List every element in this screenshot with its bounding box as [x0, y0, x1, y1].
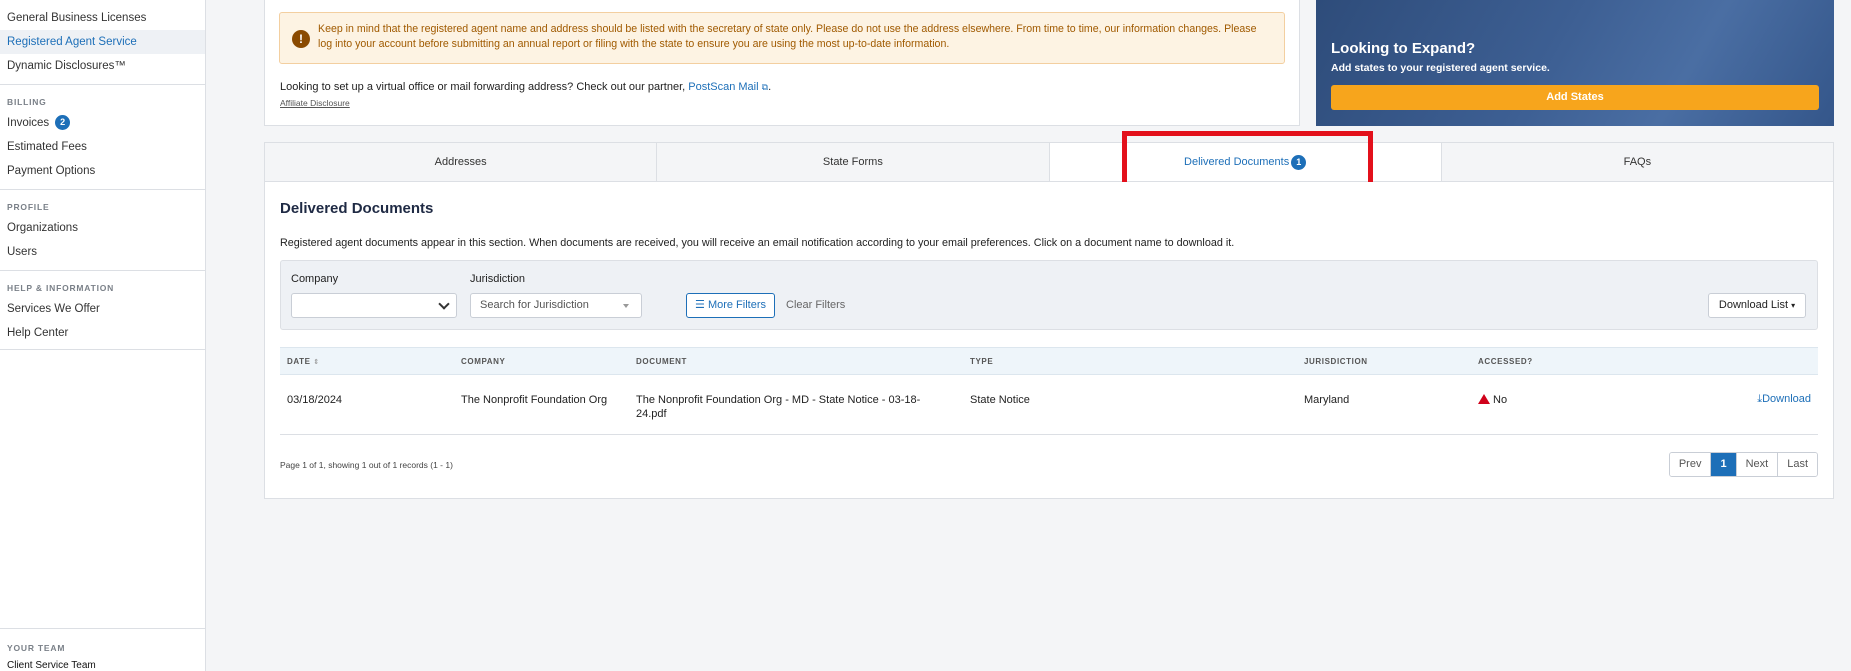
- filter-bar: Company Jurisdiction Search for Jurisdic…: [280, 260, 1818, 330]
- sliders-icon: ☰: [695, 299, 705, 311]
- last-page-button[interactable]: Last: [1778, 453, 1817, 476]
- sidebar-heading-profile: PROFILE: [7, 202, 50, 212]
- column-header-document: DOCUMENT: [636, 357, 688, 366]
- documents-table: DATE ⇕ COMPANY DOCUMENT TYPE JURISDICTIO…: [280, 347, 1818, 435]
- delivered-documents-count-badge: 1: [1291, 154, 1307, 170]
- cell-company: The Nonprofit Foundation Org: [461, 394, 608, 406]
- exclamation-icon: !: [292, 30, 310, 48]
- add-states-button[interactable]: Add States: [1331, 85, 1819, 110]
- tab-label: Delivered Documents: [1184, 156, 1290, 168]
- affiliate-disclosure-link[interactable]: Affiliate Disclosure: [280, 98, 350, 108]
- column-header-accessed: ACCESSED?: [1478, 357, 1533, 366]
- cell-accessed: No: [1478, 393, 1507, 407]
- sidebar-item-help-center[interactable]: Help Center: [0, 321, 205, 345]
- promo-title: Looking to Expand?: [1331, 40, 1476, 57]
- table-row: 03/18/2024 The Nonprofit Foundation Org …: [280, 375, 1818, 435]
- company-filter-label: Company: [291, 273, 339, 285]
- sidebar-item-general-business-licenses[interactable]: General Business Licenses: [0, 6, 205, 30]
- external-link-icon: ⧉: [761, 82, 769, 92]
- jurisdiction-filter-label: Jurisdiction: [470, 273, 526, 285]
- column-header-type: TYPE: [970, 357, 994, 366]
- jurisdiction-select[interactable]: Search for Jurisdiction: [470, 293, 642, 318]
- page-1-button[interactable]: 1: [1711, 453, 1737, 476]
- delivered-documents-panel: Delivered Documents Registered agent doc…: [264, 182, 1834, 499]
- partner-prefix: Looking to set up a virtual office or ma…: [280, 81, 686, 93]
- panel-description: Registered agent documents appear in thi…: [280, 237, 1235, 249]
- alert-text: Keep in mind that the registered agent n…: [318, 23, 1257, 50]
- expand-promo-banner: Looking to Expand? Add states to your re…: [1316, 0, 1834, 126]
- chevron-down-icon: [438, 298, 450, 310]
- promo-subtitle: Add states to your registered agent serv…: [1331, 62, 1550, 74]
- warning-alert: ! Keep in mind that the registered agent…: [279, 12, 1285, 64]
- panel-title: Delivered Documents: [280, 200, 434, 217]
- cell-document[interactable]: The Nonprofit Foundation Org - MD - Stat…: [636, 393, 946, 421]
- sidebar-item-team-name[interactable]: Client Service Team: [0, 657, 205, 671]
- sidebar-profile-section: PROFILE Organizations Users: [0, 189, 205, 264]
- sidebar-item-estimated-fees[interactable]: Estimated Fees: [0, 135, 205, 159]
- column-header-date[interactable]: DATE ⇕: [287, 357, 320, 366]
- sidebar-heading-team: YOUR TEAM: [7, 643, 66, 653]
- column-header-jurisdiction: JURISDICTION: [1304, 357, 1368, 366]
- tab-bar: Addresses State Forms Delivered Document…: [264, 142, 1834, 182]
- partner-text: Looking to set up a virtual office or ma…: [280, 81, 772, 93]
- caret-down-icon: ▾: [1791, 301, 1796, 310]
- pagination: Prev 1 Next Last: [1668, 452, 1818, 477]
- column-header-company: COMPANY: [461, 357, 506, 366]
- tab-addresses[interactable]: Addresses: [265, 143, 658, 181]
- more-filters-button[interactable]: ☰ More Filters: [686, 293, 775, 318]
- notice-card: ! Keep in mind that the registered agent…: [264, 0, 1300, 126]
- tab-delivered-documents[interactable]: Delivered Documents 1: [1049, 143, 1442, 181]
- company-select[interactable]: [291, 293, 457, 318]
- sidebar-item-label: Invoices: [7, 117, 50, 129]
- download-list-dropdown[interactable]: Download List ▾: [1708, 293, 1806, 318]
- sidebar-services: General Business Licenses Registered Age…: [0, 0, 205, 78]
- pagination-info: Page 1 of 1, showing 1 out of 1 records …: [280, 460, 453, 470]
- sidebar-item-registered-agent-service[interactable]: Registered Agent Service: [0, 30, 205, 54]
- sidebar-item-dynamic-disclosures[interactable]: Dynamic Disclosures™: [0, 54, 205, 78]
- next-page-button[interactable]: Next: [1736, 453, 1779, 476]
- sidebar-item-payment-options[interactable]: Payment Options: [0, 159, 205, 183]
- warning-icon: [1478, 394, 1490, 404]
- sidebar-item-organizations[interactable]: Organizations: [0, 216, 205, 240]
- sidebar-billing-section: BILLING Invoices 2 Estimated Fees Payment…: [0, 84, 205, 183]
- sidebar-heading-billing: BILLING: [7, 97, 47, 107]
- prev-page-button[interactable]: Prev: [1669, 453, 1712, 476]
- download-link[interactable]: ⤓Download: [1757, 393, 1811, 406]
- invoices-count-badge: 2: [55, 115, 71, 131]
- sort-icon: ⇕: [313, 359, 320, 366]
- clear-filters-button[interactable]: Clear Filters: [786, 293, 845, 318]
- postscan-mail-link[interactable]: PostScan Mail ⧉: [688, 81, 768, 93]
- cell-type: State Notice: [970, 394, 1030, 406]
- sidebar-item-users[interactable]: Users: [0, 240, 205, 264]
- cell-date: 03/18/2024: [287, 394, 343, 406]
- tab-faqs[interactable]: FAQs: [1442, 143, 1833, 181]
- sidebar-item-services-we-offer[interactable]: Services We Offer: [0, 297, 205, 321]
- caret-down-icon: [623, 304, 629, 308]
- tab-state-forms[interactable]: State Forms: [657, 143, 1050, 181]
- sidebar: General Business Licenses Registered Age…: [0, 0, 206, 671]
- cell-jurisdiction: Maryland: [1304, 394, 1350, 406]
- sidebar-heading-help: HELP & INFORMATION: [7, 283, 115, 293]
- sidebar-help-section: HELP & INFORMATION Services We Offer Hel…: [0, 270, 205, 350]
- sidebar-team-section: YOUR TEAM Client Service Team: [0, 628, 205, 671]
- sidebar-item-invoices[interactable]: Invoices 2: [0, 111, 205, 135]
- table-header: DATE ⇕ COMPANY DOCUMENT TYPE JURISDICTIO…: [280, 347, 1818, 375]
